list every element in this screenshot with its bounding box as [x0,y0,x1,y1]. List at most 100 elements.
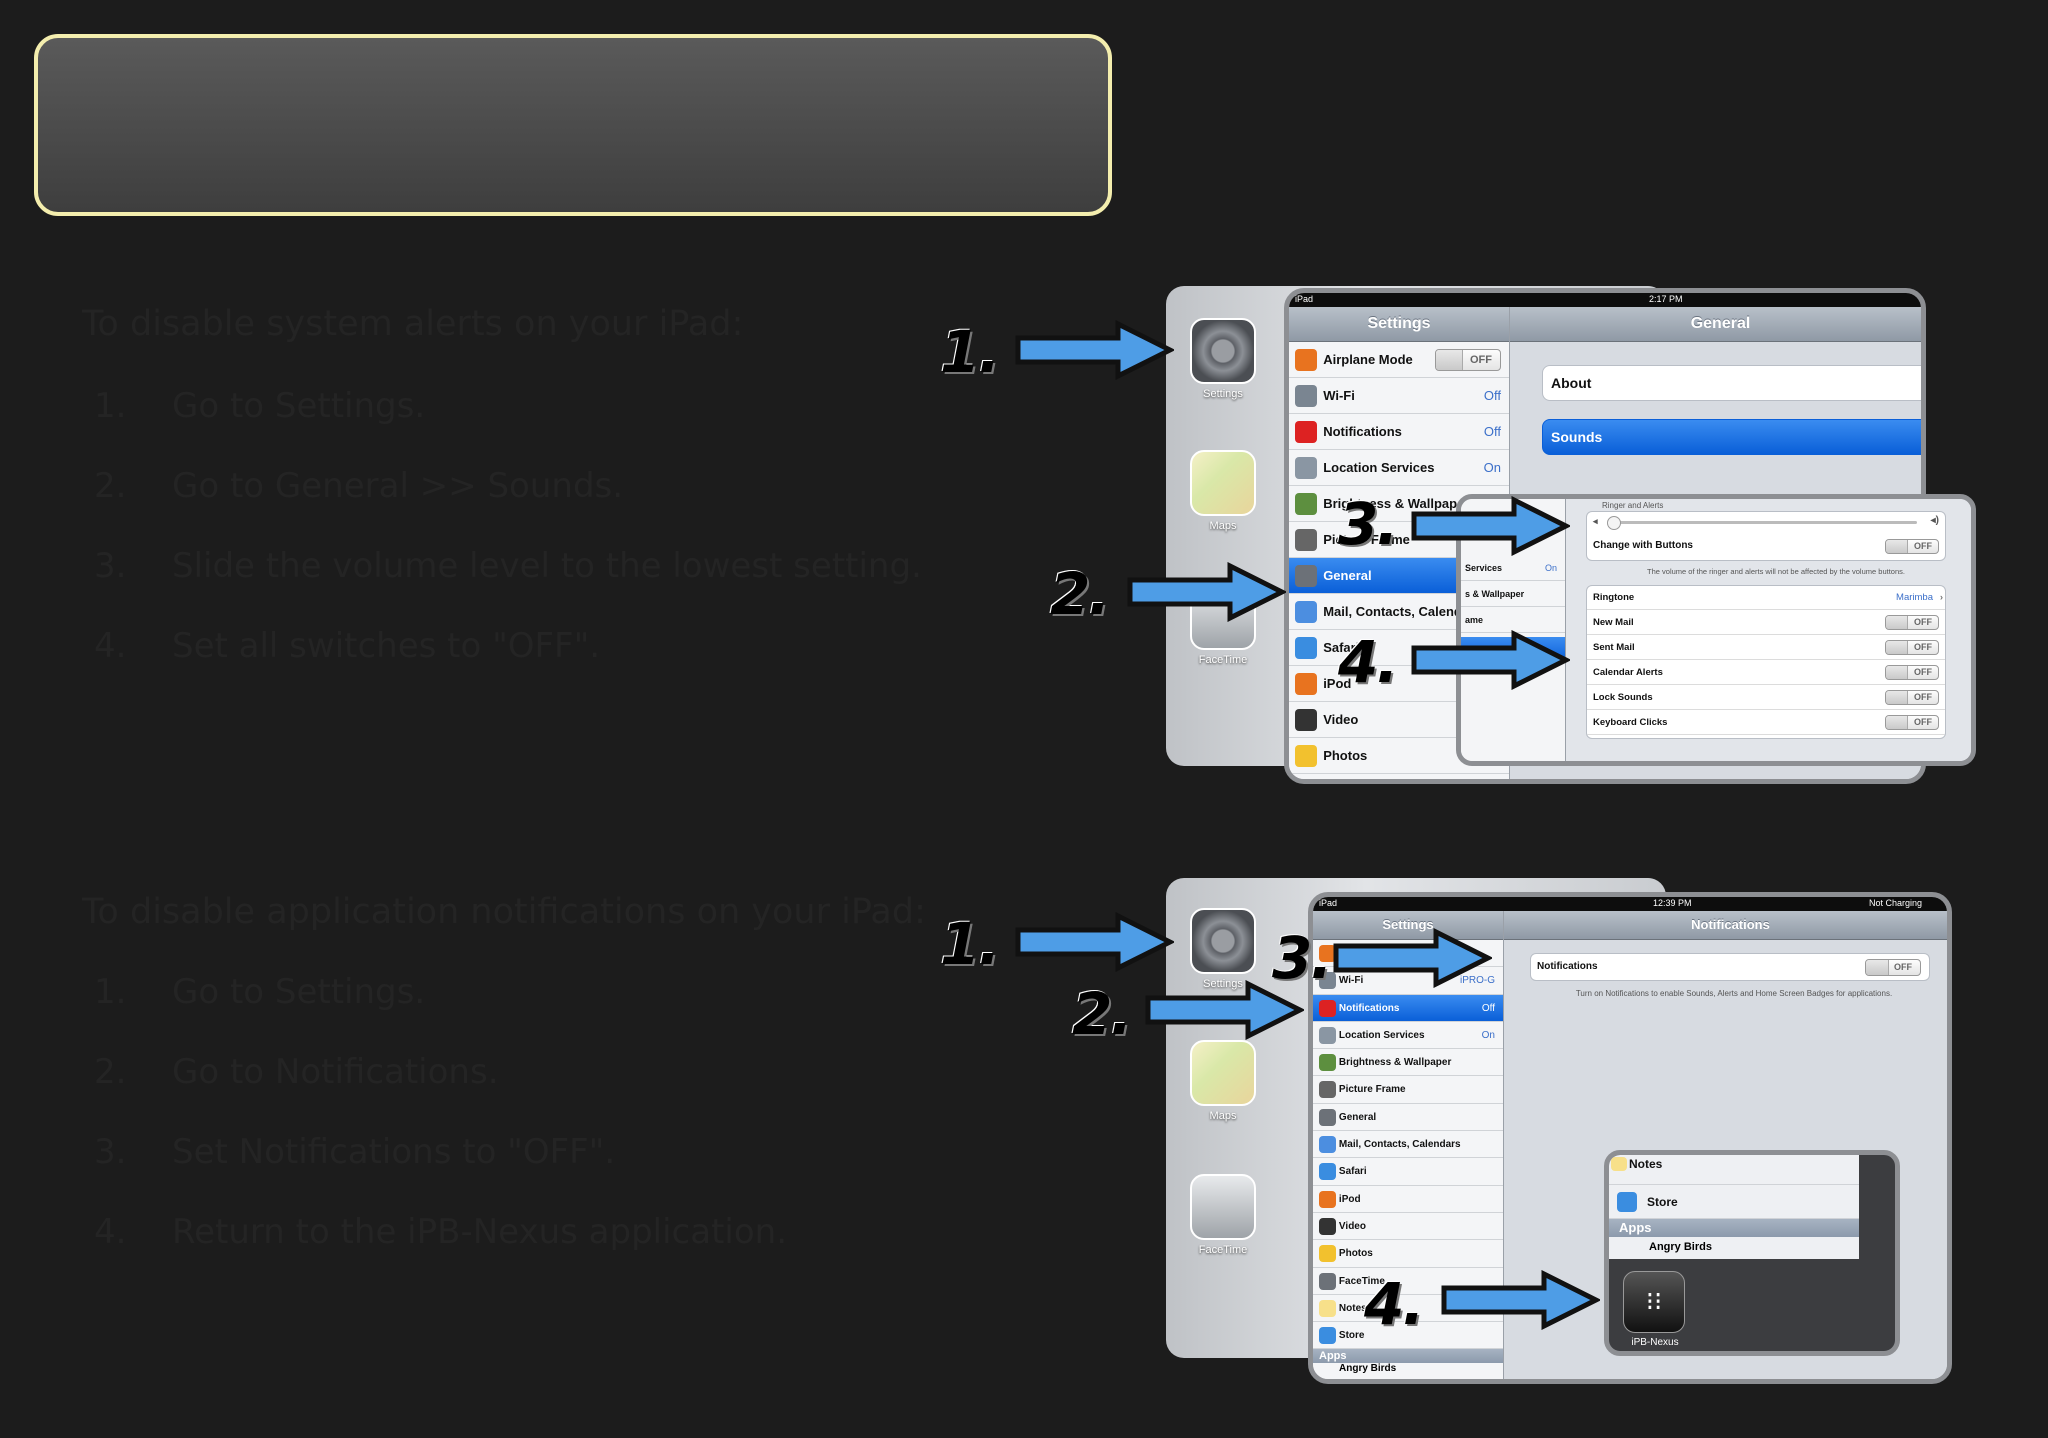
settings-row[interactable]: Location Services On [1313,1022,1503,1050]
notes-row[interactable]: Notes [1609,1155,1859,1185]
section1-step-2: 2. Go to General >> Sounds. [94,466,894,506]
row-label: Brightness & Wallpaper [1338,1057,1452,1069]
row-label: Photos [1323,748,1368,763]
settings-row-icon [1295,745,1317,767]
settings-row-icon [1319,1081,1336,1099]
apps-section-header: Apps [1313,1349,1503,1364]
section2-step-4: 4. Return to the iPB-Nexus application. [94,1212,894,1252]
step-text: Set Notifications to "OFF". [172,1132,616,1172]
row-label: ame [1465,615,1484,625]
settings-row-icon [1319,1190,1336,1208]
notifications-note: Turn on Notifications to enable Sounds, … [1575,989,1893,998]
switch-toggle[interactable]: OFF [1885,615,1939,630]
row-label: Video [1323,712,1359,727]
title-box [34,34,1112,216]
settings-row[interactable]: iPod [1313,1186,1503,1213]
callout-2: 2. [1072,980,1132,1048]
row-value: On [1481,1029,1495,1041]
app-label: FaceTime [1198,1244,1248,1256]
settings-row-icon [1295,349,1317,371]
status-bar: iPad Not Charging [1313,897,1947,911]
volume-slider[interactable] [1607,516,1917,530]
facetime-app-2[interactable]: FaceTime [1188,1174,1258,1256]
ringtone-row[interactable]: Ringtone Marimba › [1587,586,1945,610]
settings-app-1[interactable]: Settings [1188,318,1258,400]
section2-intro: To disable application notifications on … [82,892,926,932]
settings-row-icon [1295,565,1317,587]
settings-row-icon [1295,709,1317,731]
maps-app-2[interactable]: Maps [1188,1040,1258,1122]
change-with-buttons-toggle[interactable]: OFF [1885,539,1939,554]
row-label: Location Services [1338,1029,1425,1041]
settings-row[interactable]: Brightness & Wallpaper [1313,1049,1503,1077]
airplane-mode-toggle[interactable]: OFF [1435,349,1501,371]
settings-row[interactable]: Location Services On [1289,450,1509,486]
row-label: Keyboard Clicks [1593,717,1668,728]
ringer-note: The volume of the ringer and alerts will… [1647,567,1905,576]
arrow-right-icon [1015,320,1174,380]
switch-toggle[interactable]: OFF [1885,640,1939,655]
row-value: Off [1483,424,1501,439]
switch-toggle[interactable]: OFF [1885,690,1939,705]
settings-row[interactable]: General [1313,1104,1503,1132]
settings-row[interactable]: Safari [1313,1158,1503,1186]
settings-row[interactable]: Video [1313,1213,1503,1241]
sound-switches-group: Ringtone Marimba › New Mail OFF Sent Mail O… [1586,585,1946,739]
ipb-nexus-app[interactable]: ⁝⁝ [1623,1271,1685,1333]
switch-toggle[interactable]: OFF [1885,665,1939,680]
section2-step-1: 1. Go to Settings. [94,972,894,1012]
settings-row[interactable]: Airplane Mode OFF [1289,342,1509,378]
angry-birds-row[interactable]: Angry Birds [1609,1237,1859,1257]
settings-row-icon [1295,421,1317,443]
status-battery: Not Charging [1869,898,1923,908]
chevron-right-icon: › [1939,592,1943,603]
settings-row[interactable]: Notifications Off [1289,414,1509,450]
step-text: Go to Settings. [172,972,426,1012]
row-label: Airplane Mode [1323,352,1413,367]
sounds-cell[interactable]: Sounds [1542,419,1921,455]
arrow-right-icon [1441,1270,1600,1330]
row-label: iPod [1338,1193,1361,1205]
slider-thumb[interactable] [1607,516,1621,530]
overlay-row[interactable]: Services On [1461,555,1565,581]
settings-row[interactable]: Mail, Contacts, Calendars [1313,1131,1503,1159]
overlay-row[interactable]: s & Wallpaper [1461,581,1565,607]
sound-switch-row: Calendar Alerts OFF [1587,660,1945,685]
change-with-buttons-label: Change with Buttons [1593,540,1693,551]
settings-row[interactable]: Wi-Fi Off [1289,378,1509,414]
notifications-label: Notifications [1537,961,1598,972]
store-row[interactable]: Store [1609,1185,1859,1219]
row-label: Notifications [1323,424,1402,439]
arrow-right-icon [1411,630,1570,690]
map-icon [1190,1040,1256,1106]
arrow-right-icon [1411,496,1570,556]
settings-row-icon [1319,1136,1336,1154]
row-label: Notes [1338,1302,1367,1314]
settings-row[interactable]: Photos [1313,1240,1503,1268]
master-title: Settings [1289,307,1509,342]
settings-row[interactable]: Notifications Off [1313,994,1503,1022]
settings-row-icon [1295,457,1317,479]
step-text: Set all switches to "OFF". [172,626,601,666]
callout-2: 2. [1050,560,1110,628]
callout-3: 3. [1338,490,1398,558]
settings-row-icon [1319,1163,1336,1181]
row-label: Sent Mail [1593,642,1635,653]
status-device: iPad [1295,294,1314,304]
maps-app-1[interactable]: Maps [1188,450,1258,532]
notifications-toggle[interactable]: OFF [1865,959,1921,976]
apps-section-header: Apps [1609,1219,1859,1237]
status-time: 12:39 PM [1653,898,1692,908]
settings-app-2[interactable]: Settings [1188,908,1258,990]
settings-row-icon [1295,529,1317,551]
about-cell[interactable]: About [1542,365,1921,401]
angry-birds-row[interactable]: Angry Birds [1313,1363,1503,1374]
row-value: Off [1481,1002,1495,1014]
app-label: FaceTime [1198,654,1248,666]
switch-toggle[interactable]: OFF [1885,715,1939,730]
step-number: 3. [94,1132,127,1172]
notes-icon [1611,1157,1627,1171]
step-text: Return to the iPB-Nexus application. [172,1212,788,1252]
row-label: Ringtone [1593,592,1635,603]
settings-row[interactable]: Picture Frame [1313,1076,1503,1104]
